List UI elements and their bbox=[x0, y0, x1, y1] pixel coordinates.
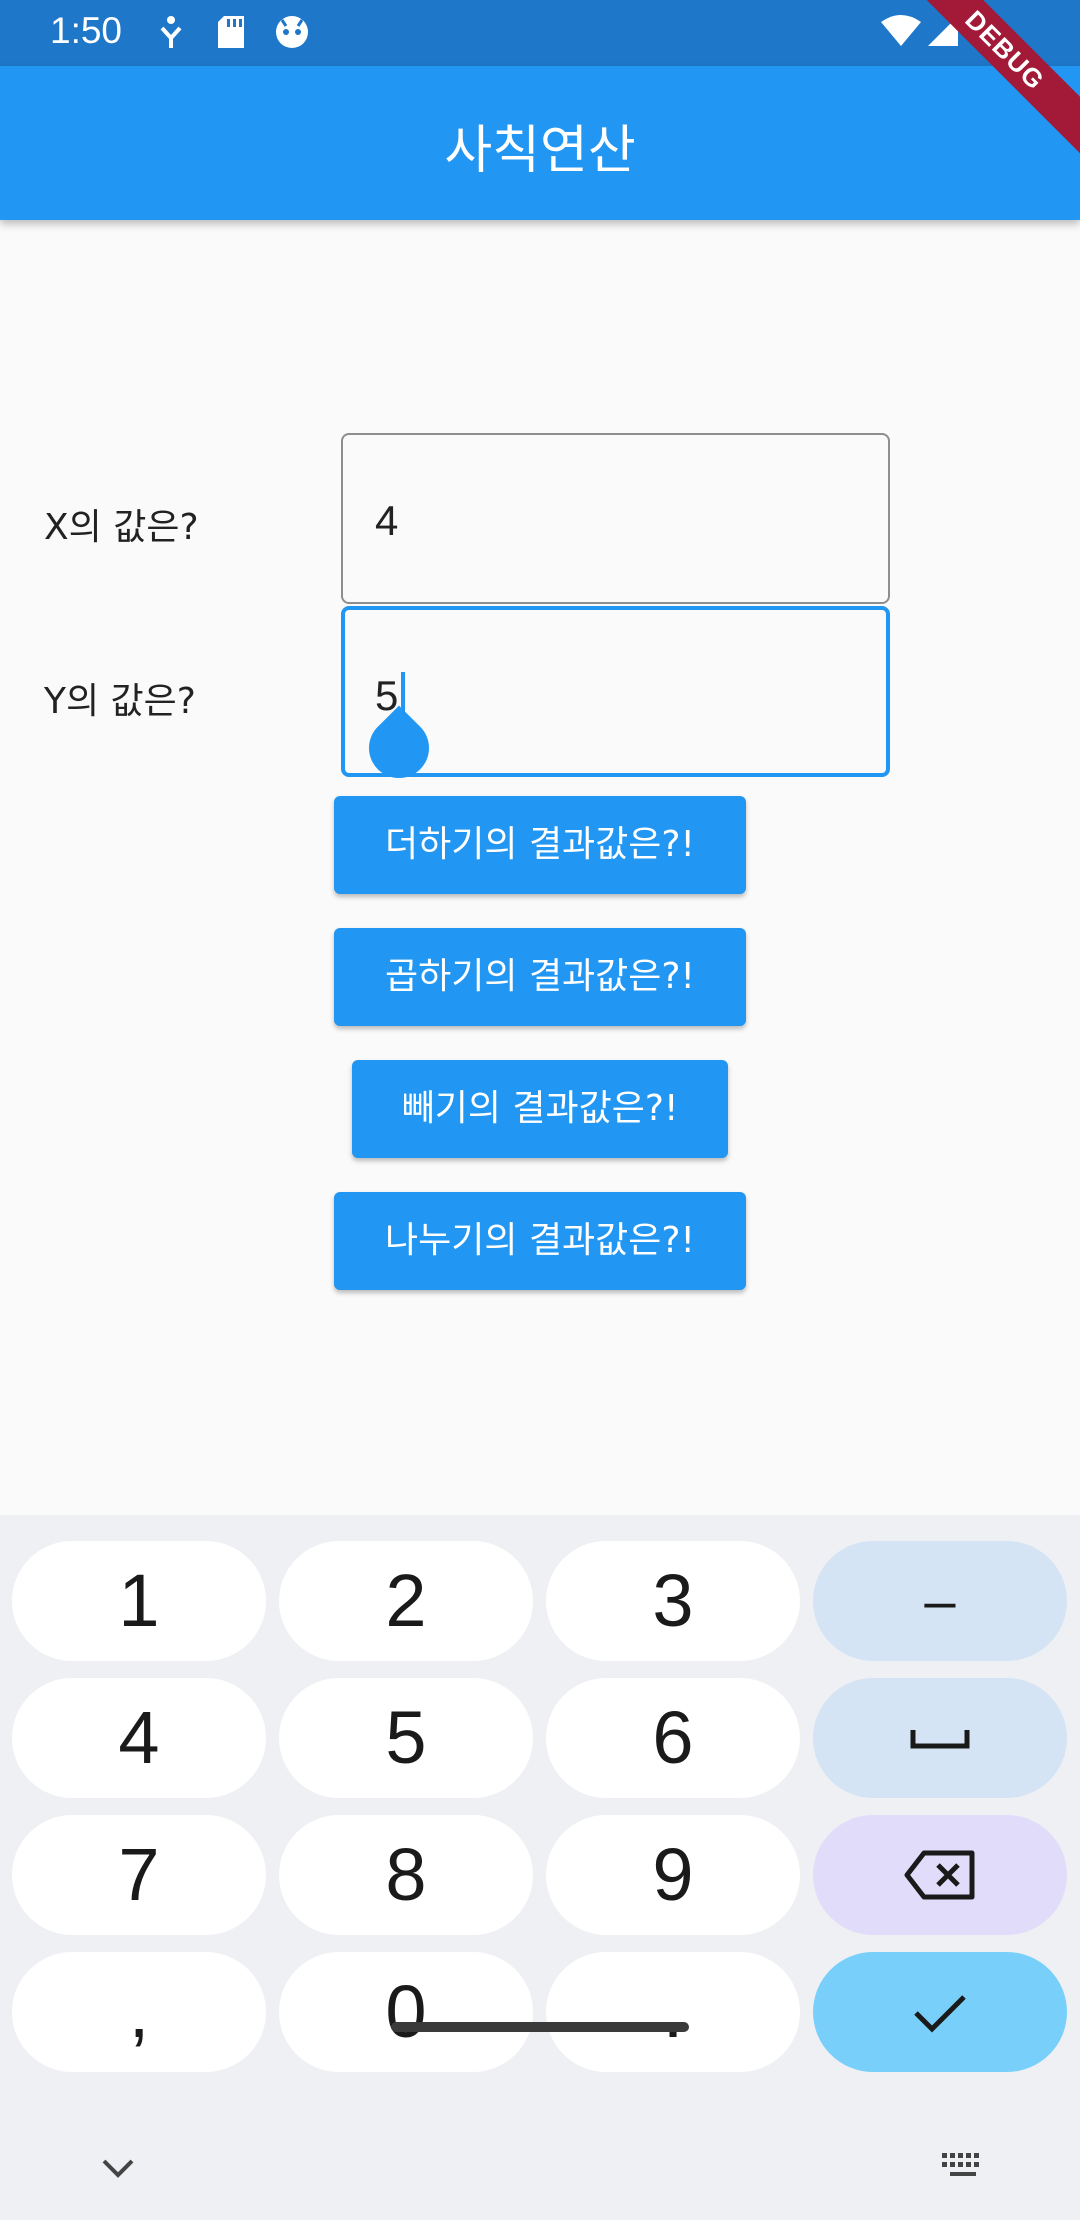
key-5[interactable]: 5 bbox=[279, 1678, 533, 1798]
multiply-button[interactable]: 곱하기의 결과값은?! bbox=[334, 928, 746, 1026]
key-1[interactable]: 1 bbox=[12, 1541, 266, 1661]
key-0[interactable]: 0 bbox=[279, 1952, 533, 2072]
accessibility-icon bbox=[158, 14, 184, 54]
key-period[interactable]: . bbox=[546, 1952, 800, 2072]
add-button[interactable]: 더하기의 결과값은?! bbox=[334, 796, 746, 894]
key-2[interactable]: 2 bbox=[279, 1541, 533, 1661]
x-label: X의 값은? bbox=[44, 507, 199, 548]
key-6[interactable]: 6 bbox=[546, 1678, 800, 1798]
key-7[interactable]: 7 bbox=[12, 1815, 266, 1935]
status-bar: 1:50 bbox=[0, 0, 1080, 66]
cursor-handle[interactable] bbox=[356, 705, 442, 791]
key-9[interactable]: 9 bbox=[546, 1815, 800, 1935]
backspace-key[interactable] bbox=[813, 1815, 1067, 1935]
debug-banner: DEBUG bbox=[920, 0, 1080, 160]
done-key[interactable] bbox=[813, 1952, 1067, 2072]
space-icon bbox=[910, 1730, 970, 1749]
key-3[interactable]: 3 bbox=[546, 1541, 800, 1661]
status-time: 1:50 bbox=[50, 10, 123, 51]
check-icon bbox=[914, 1995, 966, 2033]
sd-card-icon bbox=[216, 14, 246, 54]
chevron-down-icon[interactable] bbox=[100, 2157, 136, 2183]
divide-button[interactable]: 나누기의 결과값은?! bbox=[334, 1192, 746, 1290]
home-indicator[interactable] bbox=[391, 2022, 689, 2032]
backspace-icon bbox=[904, 1850, 975, 1900]
app-bar: 사칙연산 bbox=[0, 66, 1080, 220]
app-notification-icon bbox=[274, 14, 310, 54]
wifi-icon bbox=[880, 14, 922, 52]
y-label: Y의 값은? bbox=[44, 681, 196, 722]
keyboard-icon[interactable] bbox=[940, 2151, 986, 2187]
key-minus[interactable]: – bbox=[813, 1541, 1067, 1661]
key-4[interactable]: 4 bbox=[12, 1678, 266, 1798]
x-input[interactable]: 4 bbox=[341, 433, 890, 604]
y-input[interactable]: 5 bbox=[341, 606, 890, 791]
debug-banner-wrap: DEBUG bbox=[920, 0, 1080, 160]
subtract-button[interactable]: 빼기의 결과값은?! bbox=[352, 1060, 728, 1158]
space-key[interactable] bbox=[813, 1678, 1067, 1798]
key-comma[interactable]: , bbox=[12, 1952, 266, 2072]
numeric-keyboard: 1 2 3 – 4 5 6 7 8 9 , 0 . bbox=[0, 1515, 1080, 2220]
key-8[interactable]: 8 bbox=[279, 1815, 533, 1935]
page-title: 사칙연산 bbox=[444, 121, 636, 181]
